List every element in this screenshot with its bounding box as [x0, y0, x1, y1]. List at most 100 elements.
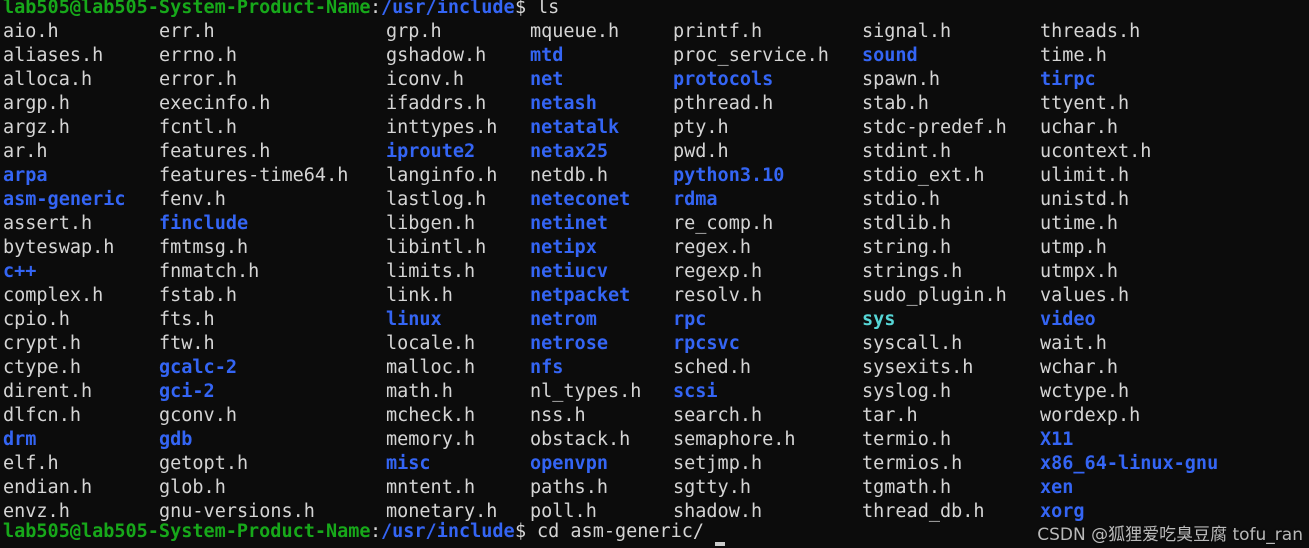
- ls-entry-file: string.h: [862, 237, 952, 258]
- ls-entry-file: dlfcn.h: [3, 405, 81, 426]
- ls-entry-dir: netatalk: [530, 117, 620, 138]
- watermark: CSDN @狐狸爱吃臭豆腐 tofu_ran: [1037, 525, 1303, 545]
- ls-entry-file: stab.h: [862, 93, 929, 114]
- ls-entry-dir: xen: [1040, 477, 1074, 498]
- ls-entry-file: mqueue.h: [530, 21, 620, 42]
- ls-entry-file: wctype.h: [1040, 381, 1130, 402]
- ls-entry-file: libgen.h: [386, 213, 476, 234]
- ls-entry-file: alloca.h: [3, 69, 93, 90]
- ls-entry-file: paths.h: [530, 477, 608, 498]
- prompt-path: /usr/include: [381, 521, 515, 542]
- ls-entry-file: fcntl.h: [159, 117, 237, 138]
- text-cursor: [715, 542, 725, 546]
- ls-entry-file: pthread.h: [673, 93, 774, 114]
- ls-entry-file: malloc.h: [386, 357, 476, 378]
- ls-entry-file: proc_service.h: [673, 45, 829, 66]
- ls-entry-file: tar.h: [862, 405, 918, 426]
- ls-entry-dir: iproute2: [386, 141, 476, 162]
- ls-entry-dir: c++: [3, 261, 37, 282]
- ls-entry-file: elf.h: [3, 453, 59, 474]
- ls-entry-file: gshadow.h: [386, 45, 487, 66]
- ls-entry-dir: netrom: [530, 309, 597, 330]
- ls-entry-file: termio.h: [862, 429, 952, 450]
- ls-entry-link: sys: [862, 309, 896, 330]
- ls-entry-dir: openvpn: [530, 453, 608, 474]
- ls-entry-dir: python3.10: [673, 165, 785, 186]
- ls-entry-dir: drm: [3, 429, 37, 450]
- ls-entry-file: nss.h: [530, 405, 586, 426]
- ls-entry-dir: net: [530, 69, 564, 90]
- ls-entry-file: err.h: [159, 21, 215, 42]
- prompt-user-host: lab505@lab505-System-Product-Name: [3, 521, 371, 542]
- ls-entry-file: printf.h: [673, 21, 763, 42]
- ls-entry-file: nl_types.h: [530, 381, 642, 402]
- ls-entry-file: limits.h: [386, 261, 476, 282]
- ls-entry-file: ftw.h: [159, 333, 215, 354]
- ls-entry-file: features.h: [159, 141, 271, 162]
- ls-entry-file: wordexp.h: [1040, 405, 1141, 426]
- ls-entry-file: regexp.h: [673, 261, 763, 282]
- ls-entry-file: uchar.h: [1040, 117, 1118, 138]
- ls-entry-file: unistd.h: [1040, 189, 1130, 210]
- ls-entry-file: fmtmsg.h: [159, 237, 249, 258]
- ls-entry-dir: tirpc: [1040, 69, 1096, 90]
- ls-entry-file: utmp.h: [1040, 237, 1107, 258]
- ls-entry-file: grp.h: [386, 21, 442, 42]
- ls-entry-file: endian.h: [3, 477, 93, 498]
- ls-entry-file: cpio.h: [3, 309, 70, 330]
- ls-entry-file: utmpx.h: [1040, 261, 1118, 282]
- ls-entry-dir: gdb: [159, 429, 193, 450]
- ls-entry-file: strings.h: [862, 261, 963, 282]
- ls-entry-file: assert.h: [3, 213, 93, 234]
- ls-entry-dir: netiucv: [530, 261, 608, 282]
- ls-entry-file: inttypes.h: [386, 117, 498, 138]
- ls-entry-file: getopt.h: [159, 453, 249, 474]
- ls-entry-file: execinfo.h: [159, 93, 271, 114]
- ls-entry-dir: rdma: [673, 189, 718, 210]
- ls-entry-file: sudo_plugin.h: [862, 285, 1007, 306]
- ls-entry-file: fstab.h: [159, 285, 237, 306]
- ls-entry-file: setjmp.h: [673, 453, 763, 474]
- ls-entry-file: iconv.h: [386, 69, 464, 90]
- ls-entry-file: memory.h: [386, 429, 476, 450]
- ls-entry-file: libintl.h: [386, 237, 487, 258]
- ls-entry-file: stdc-predef.h: [862, 117, 1007, 138]
- ls-entry-file: ar.h: [3, 141, 48, 162]
- ls-entry-file: signal.h: [862, 21, 952, 42]
- prompt-line-top: lab505@lab505-System-Product-Name : /usr…: [0, 0, 1309, 20]
- ls-entry-file: lastlog.h: [386, 189, 487, 210]
- ls-entry-file: obstack.h: [530, 429, 631, 450]
- ls-entry-file: langinfo.h: [386, 165, 498, 186]
- ls-entry-dir: gcalc-2: [159, 357, 237, 378]
- ls-entry-file: ifaddrs.h: [386, 93, 487, 114]
- ls-entry-file: wait.h: [1040, 333, 1107, 354]
- prompt-separator: :: [370, 521, 382, 542]
- ls-entry-dir: netinet: [530, 213, 608, 234]
- ls-entry-file: mntent.h: [386, 477, 476, 498]
- prompt-user-host: lab505@lab505-System-Product-Name: [3, 0, 371, 18]
- ls-entry-file: sysexits.h: [862, 357, 974, 378]
- ls-entry-file: pty.h: [673, 117, 729, 138]
- ls-entry-file: crypt.h: [3, 333, 81, 354]
- terminal-window[interactable]: lab505@lab505-System-Product-Name : /usr…: [0, 0, 1309, 548]
- ls-entry-dir: X11: [1040, 429, 1074, 450]
- ls-entry-file: gconv.h: [159, 405, 237, 426]
- ls-entry-file: stdio_ext.h: [862, 165, 985, 186]
- ls-entry-dir: nfs: [530, 357, 564, 378]
- ls-entry-file: math.h: [386, 381, 453, 402]
- ls-entry-dir: netipx: [530, 237, 597, 258]
- ls-entry-file: fnmatch.h: [159, 261, 260, 282]
- ls-entry-file: re_comp.h: [673, 213, 774, 234]
- ls-entry-dir: rpcsvc: [673, 333, 740, 354]
- ls-entry-dir: misc: [386, 453, 431, 474]
- ls-entry-dir: netash: [530, 93, 597, 114]
- ls-entry-dir: netpacket: [530, 285, 631, 306]
- ls-entry-file: tgmath.h: [862, 477, 952, 498]
- ls-entry-file: values.h: [1040, 285, 1130, 306]
- ls-entry-file: resolv.h: [673, 285, 763, 306]
- ls-entry-file: stdio.h: [862, 189, 940, 210]
- ls-entry-file: link.h: [386, 285, 453, 306]
- prompt-separator: :: [370, 0, 382, 18]
- ls-entry-file: error.h: [159, 69, 237, 90]
- ls-entry-file: search.h: [673, 405, 763, 426]
